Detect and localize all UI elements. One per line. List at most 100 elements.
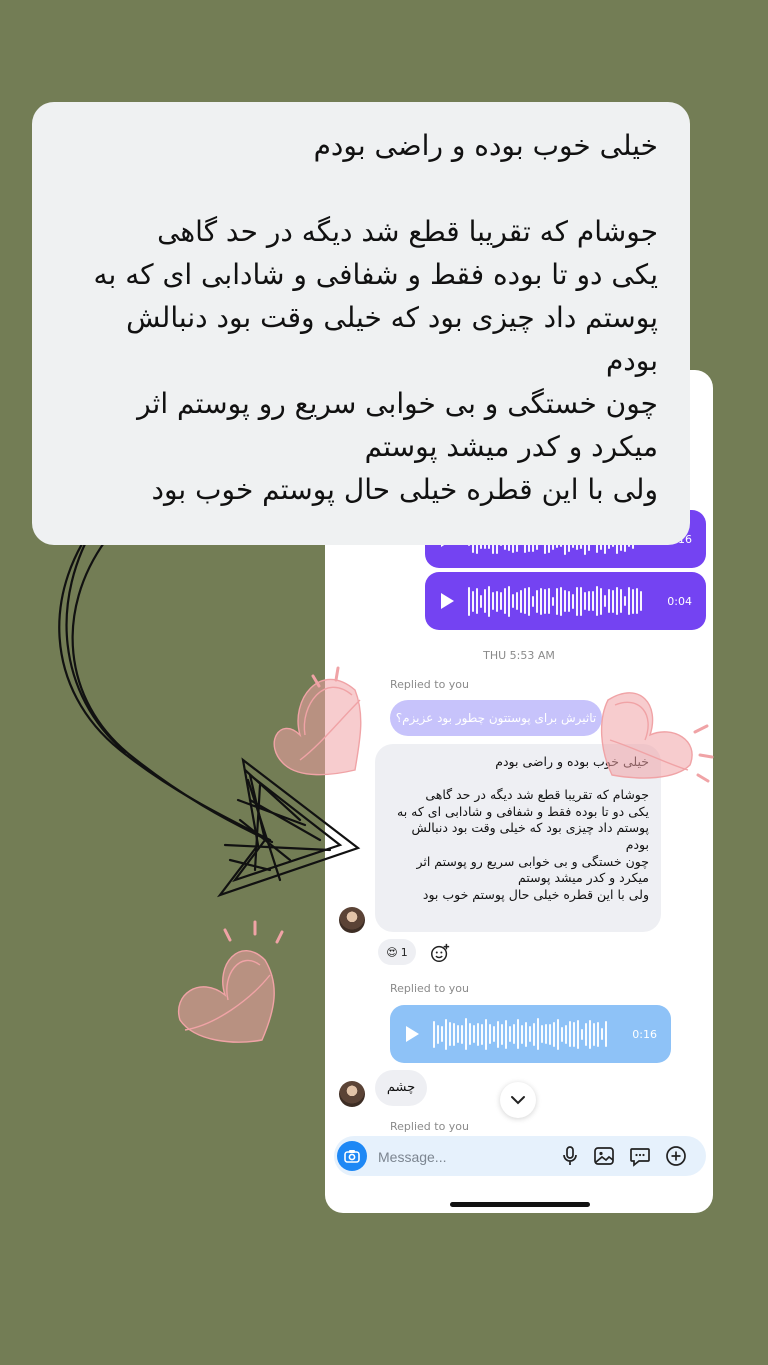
gallery-icon[interactable] (592, 1144, 616, 1168)
waveform-bar (628, 587, 630, 615)
waveform-bar (612, 589, 614, 613)
message-composer (334, 1136, 706, 1178)
plus-icon[interactable] (664, 1144, 688, 1168)
waveform-bar (501, 1023, 503, 1045)
waveform-bar (569, 1021, 571, 1047)
waveform-bar (505, 1019, 507, 1049)
heart-doodle-icon (177, 920, 284, 1043)
waveform-bar (584, 592, 586, 610)
waveform-bar (496, 590, 498, 612)
waveform-bar (445, 1018, 447, 1050)
microphone-icon[interactable] (558, 1144, 582, 1168)
waveform-bar (433, 1020, 435, 1048)
waveform-bar (465, 1018, 467, 1050)
waveform-bar (548, 588, 550, 614)
waveform-bar (601, 1028, 603, 1040)
waveform-bar (597, 1021, 599, 1047)
waveform-bar (469, 1023, 471, 1045)
message-bubble[interactable]: چشم (375, 1070, 427, 1106)
scroll-down-button[interactable] (500, 1082, 536, 1118)
waveform-bar (528, 586, 530, 616)
waveform-bar (524, 588, 526, 614)
waveform-bar (480, 594, 482, 608)
waveform-bar (593, 1022, 595, 1046)
waveform-bar (508, 585, 510, 617)
waveform-bar (449, 1022, 451, 1046)
waveform-bar (581, 1028, 583, 1040)
replied-label: Replied to you (390, 678, 470, 691)
avatar[interactable] (339, 1081, 365, 1107)
waveform-bar (560, 586, 562, 616)
waveform-bar (476, 588, 478, 614)
waveform-bar (553, 1021, 555, 1047)
reply-voice-message[interactable]: 0:16 (390, 1005, 671, 1063)
waveform-bar (532, 595, 534, 607)
waveform-bar (488, 585, 490, 617)
waveform-bar (620, 589, 622, 613)
waveform-bar (493, 1026, 495, 1042)
waveform-bar (533, 1022, 535, 1046)
waveform-bar (477, 1022, 479, 1046)
waveform-bar (565, 1024, 567, 1044)
play-icon[interactable] (441, 593, 454, 609)
waveform-bar (589, 1019, 591, 1049)
waveform-bar (489, 1024, 491, 1044)
waveform-bar (529, 1026, 531, 1042)
play-icon[interactable] (406, 1026, 419, 1042)
waveform-bar (516, 592, 518, 610)
waveform-bar (540, 587, 542, 615)
waveform-bar (557, 1018, 559, 1050)
waveform-bar (545, 1024, 547, 1044)
waveform-bar (561, 1026, 563, 1042)
home-indicator (450, 1202, 590, 1207)
waveform-bar (640, 591, 642, 611)
voice-message[interactable]: 0:04 (425, 572, 706, 630)
waveform-bar (468, 586, 470, 616)
waveform-bar (592, 591, 594, 611)
waveform-bar (549, 1023, 551, 1045)
reaction-badge[interactable]: 😍 1 (378, 939, 416, 965)
camera-icon (344, 1150, 360, 1163)
waveform-bar (552, 596, 554, 606)
waveform-bar (596, 586, 598, 616)
sticker-icon[interactable] (628, 1144, 652, 1168)
waveform-bar (461, 1024, 463, 1044)
waveform-bar (544, 588, 546, 614)
waveform-bar (525, 1021, 527, 1047)
waveform-bar (473, 1025, 475, 1043)
avatar[interactable] (339, 907, 365, 933)
waveform-bar (580, 586, 582, 616)
waveform-bar (588, 591, 590, 611)
waveform-bar (509, 1026, 511, 1042)
waveform-bar (576, 586, 578, 616)
hand-drawn-arrow-icon (58, 513, 361, 898)
waveform-bar (441, 1026, 443, 1042)
waveform-bar (481, 1023, 483, 1045)
message-timestamp: THU 5:53 AM (483, 649, 555, 662)
waveform-bar (585, 1022, 587, 1046)
waveform-bar (573, 1021, 575, 1047)
heart-eyes-emoji: 😍 (386, 945, 398, 959)
waveform-bar (572, 593, 574, 609)
waveform-bar (497, 1020, 499, 1048)
waveform-bar (504, 588, 506, 614)
waveform-bar (604, 595, 606, 607)
camera-button[interactable] (337, 1141, 367, 1171)
waveform-bar (437, 1024, 439, 1044)
waveform-bar (500, 592, 502, 610)
waveform-bar (457, 1025, 459, 1043)
message-input[interactable] (376, 1136, 550, 1178)
add-reaction-icon[interactable] (429, 942, 451, 964)
waveform-bar (512, 594, 514, 608)
zoomed-message-callout: خیلی خوب بوده و راضی بودم جوشام که تقریب… (32, 102, 690, 545)
waveform-bar (568, 590, 570, 612)
replied-label: Replied to you (390, 1120, 470, 1133)
waveform (468, 581, 642, 621)
waveform-bar (484, 589, 486, 613)
quoted-message[interactable]: تاثیرش برای پوستتون چطور بود عزیزم؟ (390, 700, 602, 736)
waveform-bar (513, 1024, 515, 1044)
waveform-bar (608, 589, 610, 613)
message-bubble[interactable]: خیلی خوب بوده و راضی بودم جوشام که تقریب… (375, 744, 661, 932)
waveform-bar (636, 588, 638, 614)
replied-label: Replied to you (390, 982, 470, 995)
